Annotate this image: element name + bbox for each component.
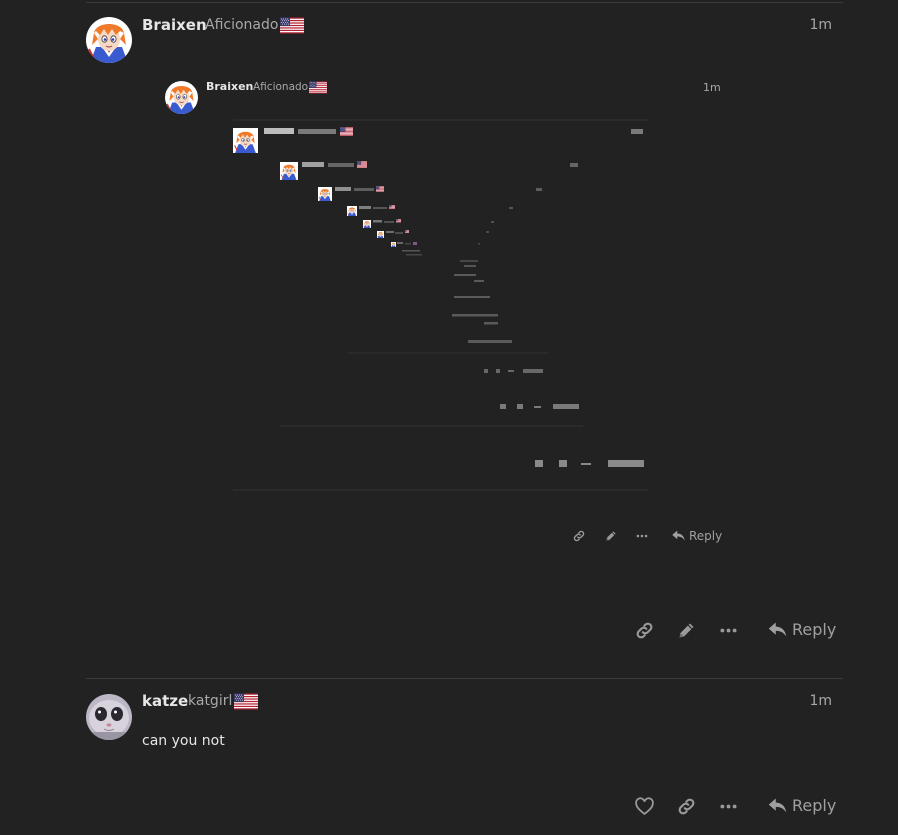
reply-label: Reply bbox=[792, 796, 837, 815]
post-user-title: katgirl bbox=[188, 693, 233, 709]
braixen-avatar-icon bbox=[165, 81, 198, 114]
post-username[interactable]: katze bbox=[142, 692, 188, 710]
post-body-text: can you not bbox=[142, 733, 225, 749]
reply-arrow-icon bbox=[767, 619, 788, 640]
post-divider bbox=[86, 678, 843, 679]
post-time[interactable]: 1m bbox=[809, 693, 832, 709]
link-icon bbox=[634, 620, 655, 641]
cat-avatar-icon bbox=[86, 694, 132, 740]
ellipsis-icon bbox=[718, 620, 739, 641]
share-link-button[interactable] bbox=[634, 620, 655, 641]
share-link-button[interactable] bbox=[676, 796, 697, 817]
topic-stream: Braixen Aficionado 1m Braixen Aficionado… bbox=[0, 0, 898, 835]
embedded-user-title: Aficionado bbox=[253, 81, 309, 93]
more-actions-button[interactable] bbox=[718, 620, 739, 641]
post-time[interactable]: 1m bbox=[809, 17, 832, 33]
edit-button[interactable] bbox=[676, 620, 697, 641]
pencil-icon bbox=[604, 529, 618, 543]
recursive-screenshot-image bbox=[233, 119, 648, 491]
link-icon bbox=[572, 529, 586, 543]
embedded-time: 1m bbox=[703, 81, 721, 94]
link-icon bbox=[676, 796, 697, 817]
reply-button[interactable]: Reply bbox=[767, 795, 836, 816]
reply-arrow-icon bbox=[671, 528, 686, 543]
post-divider-top bbox=[86, 2, 843, 3]
pencil-icon bbox=[676, 620, 697, 641]
ellipsis-icon bbox=[718, 796, 739, 817]
ellipsis-icon bbox=[635, 529, 649, 543]
post-username[interactable]: Braixen bbox=[142, 16, 207, 34]
braixen-avatar-icon bbox=[86, 17, 132, 63]
avatar-katze[interactable] bbox=[86, 694, 132, 740]
avatar-braixen[interactable] bbox=[86, 17, 132, 63]
embedded-reply-label: Reply bbox=[689, 528, 723, 543]
like-button[interactable] bbox=[634, 796, 655, 817]
us-flag-icon bbox=[280, 17, 304, 34]
avatar-braixen-embedded bbox=[165, 81, 198, 114]
heart-icon bbox=[634, 796, 655, 817]
embedded-reply-button: Reply bbox=[671, 528, 722, 543]
reply-label: Reply bbox=[792, 620, 837, 639]
reply-button[interactable]: Reply bbox=[767, 619, 836, 640]
us-flag-icon bbox=[234, 693, 258, 710]
more-actions-button[interactable] bbox=[718, 796, 739, 817]
embedded-username: Braixen bbox=[206, 80, 254, 93]
us-flag-icon bbox=[309, 81, 327, 94]
reply-arrow-icon bbox=[767, 795, 788, 816]
post-user-title: Aficionado bbox=[205, 17, 279, 33]
